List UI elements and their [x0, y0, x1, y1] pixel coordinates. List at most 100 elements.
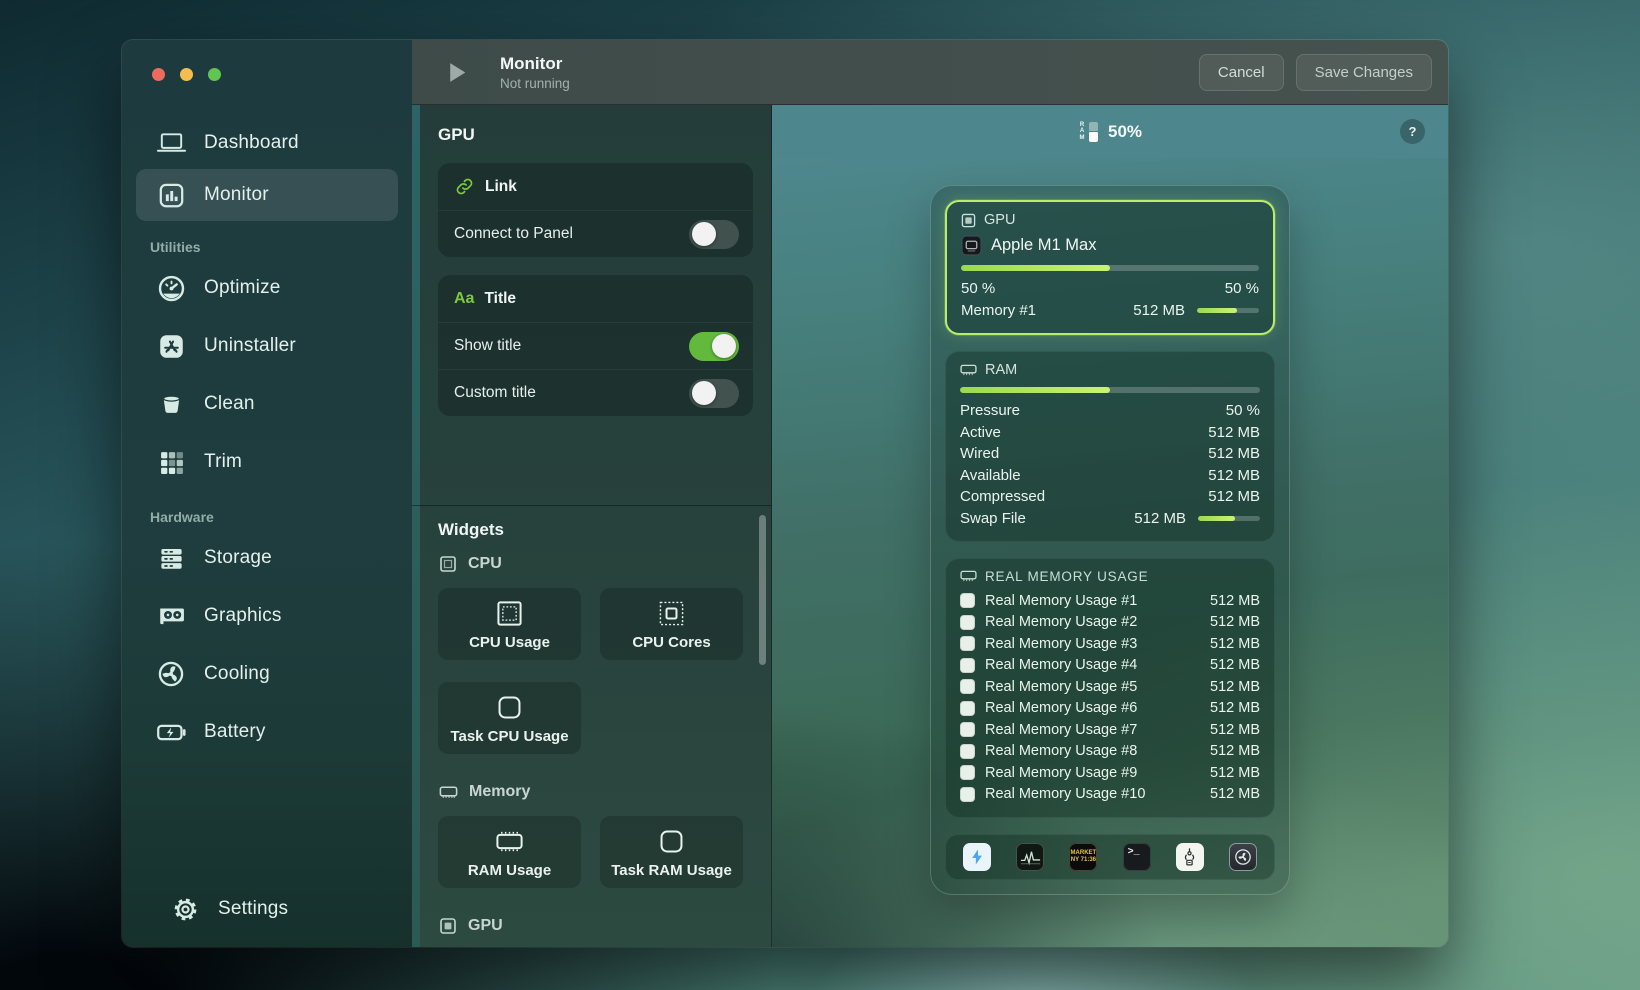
swap-file-bar: [1198, 516, 1260, 521]
sidebar-item-label: Dashboard: [204, 132, 299, 154]
close-window-button[interactable]: [152, 68, 165, 81]
sidebar-item-uninstaller[interactable]: Uninstaller: [136, 317, 398, 375]
stat-label: Swap File: [960, 510, 1134, 527]
text-format-icon: Aa: [454, 290, 474, 308]
gpu-preview-widget[interactable]: GPU Apple M1 Max: [945, 200, 1275, 335]
widget-tile-label: Task CPU Usage: [450, 728, 568, 745]
real-memory-row: Real Memory Usage #4512 MB: [960, 655, 1260, 677]
desktop-background: Dashboard Monitor Utilities Optimize: [0, 0, 1640, 990]
status-text: Not running: [500, 76, 570, 91]
stat-label: Wired: [960, 445, 1208, 462]
sidebar-item-settings[interactable]: Settings: [150, 883, 384, 935]
app-window: Dashboard Monitor Utilities Optimize: [122, 40, 1448, 947]
memory-square-icon: [960, 744, 975, 759]
ram-preview-widget[interactable]: RAM Pressure 50 % Active: [945, 351, 1275, 542]
real-memory-row: Real Memory Usage #1512 MB: [960, 590, 1260, 612]
widget-tile-ram-usage[interactable]: RAM Usage: [438, 816, 581, 888]
terminal-icon[interactable]: >_: [1123, 843, 1151, 871]
gpu-card-icon: [154, 603, 188, 629]
widget-tile-task-ram-usage[interactable]: Task RAM Usage: [600, 816, 743, 888]
fan-icon: [154, 660, 188, 688]
sidebar-item-optimize[interactable]: Optimize: [136, 259, 398, 317]
claw-machine-icon[interactable]: [1176, 843, 1204, 871]
server-stack-icon: [154, 545, 188, 572]
widget-tile-label: CPU Cores: [632, 634, 710, 651]
stat-value: 512 MB: [1208, 488, 1260, 505]
sidebar-item-label: Clean: [204, 393, 255, 415]
gpu-usage-left: 50 %: [961, 280, 1225, 297]
title-card-header: Aa Title: [438, 275, 753, 322]
memory-square-icon: [960, 679, 975, 694]
real-memory-title: REAL MEMORY USAGE: [985, 569, 1148, 584]
save-changes-button[interactable]: Save Changes: [1296, 54, 1432, 91]
activity-graph-icon[interactable]: [1016, 843, 1044, 871]
sidebar-item-trim[interactable]: Trim: [136, 433, 398, 491]
stat-value: 50 %: [1226, 402, 1260, 419]
task-ram-icon: [656, 826, 687, 857]
widget-group-memory: Memory: [438, 782, 753, 802]
ram-usage-icon: [493, 826, 526, 857]
gpu-device-icon: [961, 235, 982, 256]
cancel-button[interactable]: Cancel: [1199, 54, 1284, 91]
gpu-widget-header: GPU: [961, 212, 1259, 228]
real-memory-row: Real Memory Usage #8512 MB: [960, 741, 1260, 763]
topbar-actions: Cancel Save Changes: [1199, 54, 1448, 91]
sidebar-item-battery[interactable]: Battery: [136, 703, 398, 761]
real-memory-row: Real Memory Usage #10512 MB: [960, 784, 1260, 806]
sidebar-item-graphics[interactable]: Graphics: [136, 587, 398, 645]
minimize-window-button[interactable]: [180, 68, 193, 81]
widget-tile-task-cpu-usage[interactable]: Task CPU Usage: [438, 682, 581, 754]
gpu-device-name: Apple M1 Max: [991, 236, 1096, 255]
title-card-title: Title: [484, 290, 516, 308]
row-label: Real Memory Usage #9: [985, 765, 1210, 781]
sidebar-item-storage[interactable]: Storage: [136, 529, 398, 587]
sidebar-item-monitor[interactable]: Monitor: [136, 169, 398, 221]
show-title-label: Show title: [454, 337, 521, 355]
memory-square-icon: [960, 658, 975, 673]
sidebar-item-clean[interactable]: Clean: [136, 375, 398, 433]
gpu-memory-row: Memory #1 512 MB: [961, 300, 1259, 322]
fan-app-icon[interactable]: [1229, 843, 1257, 871]
show-title-toggle[interactable]: [689, 332, 739, 361]
row-label: Real Memory Usage #10: [985, 786, 1210, 802]
gauge-icon: [154, 274, 188, 303]
ram-usage-bar: [960, 387, 1260, 393]
real-memory-preview-widget[interactable]: REAL MEMORY USAGE Real Memory Usage #151…: [945, 558, 1275, 818]
row-label: Real Memory Usage #5: [985, 679, 1210, 695]
zoom-window-button[interactable]: [208, 68, 221, 81]
widget-group-cpu: CPU: [438, 554, 753, 574]
sidebar-item-cooling[interactable]: Cooling: [136, 645, 398, 703]
custom-title-toggle[interactable]: [689, 379, 739, 408]
ram-stat-row-swap: Swap File 512 MB: [960, 508, 1260, 530]
battery-bolt-icon: [154, 719, 188, 746]
sidebar-item-label: Optimize: [204, 277, 281, 299]
sidebar-item-dashboard[interactable]: Dashboard: [136, 117, 398, 169]
help-icon[interactable]: ?: [1400, 119, 1425, 144]
stock-ticker-icon[interactable]: MARKET NY 71:36: [1069, 843, 1097, 871]
sidebar: Dashboard Monitor Utilities Optimize: [122, 40, 412, 947]
ram-stat-row: Active 512 MB: [960, 422, 1260, 444]
row-label: Real Memory Usage #4: [985, 657, 1210, 673]
wallpaper-preview: GPU Apple M1 Max: [772, 158, 1448, 947]
real-memory-rows: Real Memory Usage #1512 MB Real Memory U…: [960, 590, 1260, 805]
cpu-cores-icon: [656, 598, 687, 629]
widget-tile-cpu-cores[interactable]: CPU Cores: [600, 588, 743, 660]
show-title-row: Show title: [438, 322, 753, 369]
real-memory-row: Real Memory Usage #7512 MB: [960, 719, 1260, 741]
scrollbar-thumb[interactable]: [759, 515, 766, 665]
menubar-preview-strip: RAM 50% ?: [772, 105, 1448, 158]
row-value: 512 MB: [1210, 700, 1260, 716]
preview-panel: RAM 50% ?: [772, 105, 1448, 947]
play-button[interactable]: [447, 60, 469, 85]
row-value: 512 MB: [1210, 722, 1260, 738]
widget-tile-cpu-usage[interactable]: CPU Usage: [438, 588, 581, 660]
sidebar-item-label: Battery: [204, 721, 266, 743]
lightning-bolt-icon[interactable]: [963, 843, 991, 871]
window-controls: [122, 40, 412, 81]
stat-label: Available: [960, 467, 1208, 484]
row-value: 512 MB: [1210, 614, 1260, 630]
link-card-title: Link: [485, 178, 517, 196]
real-memory-header: REAL MEMORY USAGE: [960, 569, 1260, 584]
connect-to-panel-toggle[interactable]: [689, 220, 739, 249]
row-label: Real Memory Usage #6: [985, 700, 1210, 716]
